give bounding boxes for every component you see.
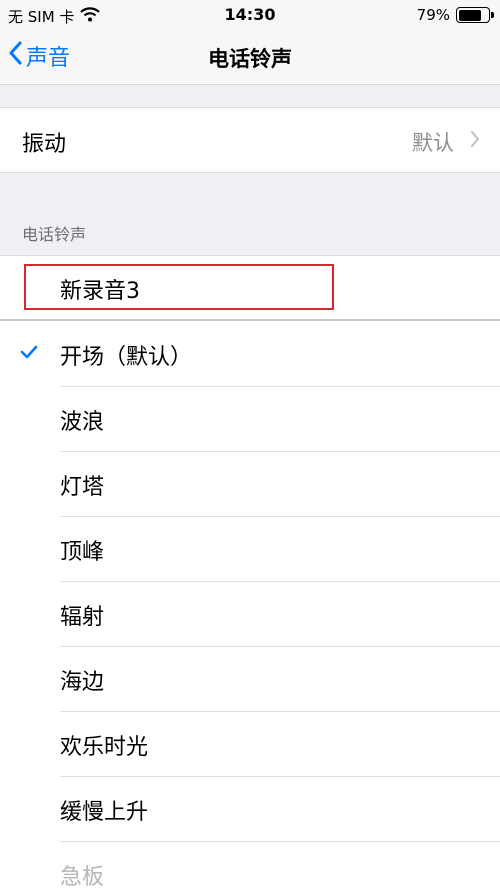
tone-label: 顶峰 xyxy=(60,540,105,565)
vibration-value: 默认 xyxy=(412,131,454,155)
battery-icon xyxy=(456,7,494,23)
tone-row-selected[interactable]: 开场（默认） xyxy=(0,322,500,387)
tone-label: 缓慢上升 xyxy=(60,800,149,825)
battery-cap xyxy=(491,12,494,18)
ringtone-list: 新录音3 开场（默认） 波浪 灯塔 顶峰 辐射 海边 欢乐时光 缓慢上升 急板 xyxy=(0,255,500,888)
status-right: 79% xyxy=(416,6,494,24)
tone-label: 灯塔 xyxy=(60,475,105,500)
tone-label: 波浪 xyxy=(60,410,105,435)
battery-fill xyxy=(458,9,482,21)
custom-tone-row[interactable]: 新录音3 xyxy=(0,256,500,321)
divider xyxy=(0,319,500,321)
tone-row[interactable]: 顶峰 xyxy=(0,517,500,582)
tone-label: 开场（默认） xyxy=(60,345,193,370)
highlight-box xyxy=(24,264,334,310)
status-bar: 无 SIM 卡 14:30 79% xyxy=(0,0,500,30)
navigation-bar: 声音 电话铃声 xyxy=(0,30,500,85)
page-title: 电话铃声 xyxy=(208,47,292,71)
chevron-right-icon xyxy=(470,130,480,152)
tone-label: 辐射 xyxy=(60,605,105,630)
tone-label: 欢乐时光 xyxy=(60,735,149,760)
tone-row[interactable]: 急板 xyxy=(0,842,500,888)
tone-label: 急板 xyxy=(60,865,105,888)
tone-row[interactable]: 辐射 xyxy=(0,582,500,647)
battery-percent: 79% xyxy=(416,6,450,24)
checkmark-icon xyxy=(20,344,38,363)
tone-label: 海边 xyxy=(60,670,105,695)
ringtone-section-header: 电话铃声 xyxy=(22,225,87,244)
tone-row[interactable]: 缓慢上升 xyxy=(0,777,500,842)
tone-row[interactable]: 欢乐时光 xyxy=(0,712,500,777)
tone-row[interactable]: 波浪 xyxy=(0,387,500,452)
tone-row[interactable]: 海边 xyxy=(0,647,500,712)
vibration-row[interactable]: 振动 默认 xyxy=(0,107,500,173)
vibration-label: 振动 xyxy=(22,132,67,157)
tone-row[interactable]: 灯塔 xyxy=(0,452,500,517)
